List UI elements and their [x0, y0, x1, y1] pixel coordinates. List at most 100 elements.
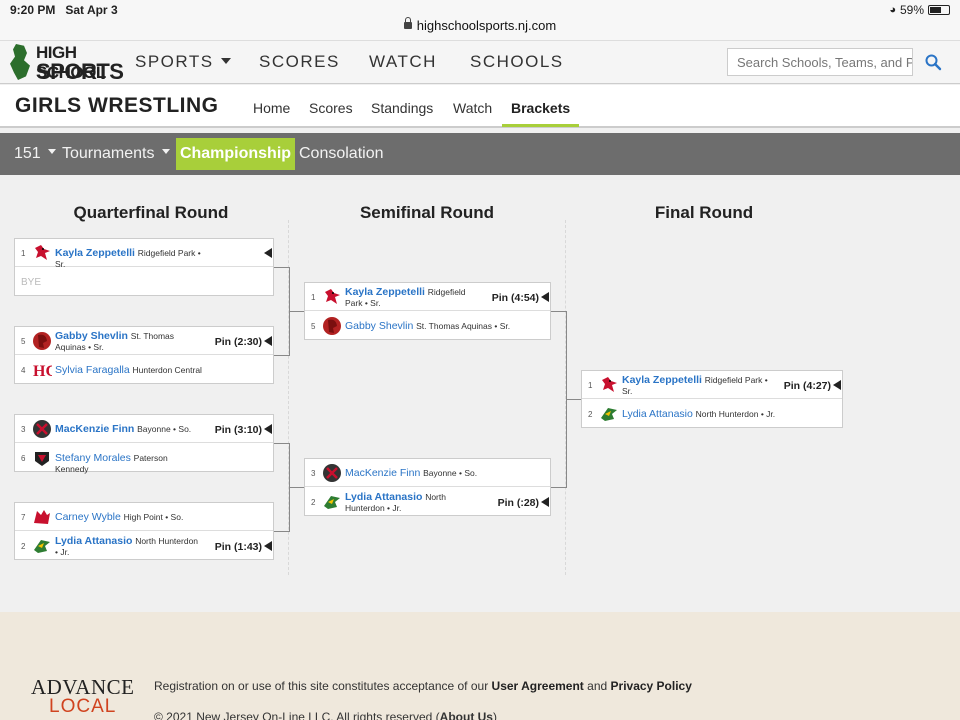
wrestler-name: MacKenzie Finn — [345, 467, 421, 479]
wrestler-name: Lydia Attanasio — [55, 535, 133, 547]
local-logo[interactable]: LOCAL — [49, 696, 116, 718]
tab-watch[interactable]: Watch — [453, 100, 492, 116]
main-nav: HIGH SCHOOL SPORTS SPORTS SCORES WATCH S… — [0, 40, 960, 84]
footer-notice: Registration on or use of this site cons… — [154, 679, 692, 693]
wrestler-slot[interactable]: 4 HC Sylvia Faragalla Hunterdon Central — [15, 356, 273, 384]
site-footer: ADVANCE LOCAL Registration on or use of … — [0, 612, 960, 720]
wrestler-slot[interactable]: 1 Kayla Zeppetelli Ridgefield Park • Sr.… — [305, 283, 550, 311]
kennedy-logo-icon — [35, 452, 49, 466]
wrestler-slot[interactable]: 6 Stefany Morales Paterson Kennedy — [15, 444, 273, 474]
wrestler-name: Lydia Attanasio — [622, 408, 693, 420]
wrestler-name: Gabby Shevlin — [345, 320, 414, 332]
lock-icon — [403, 17, 412, 29]
winner-arrow-icon — [264, 248, 272, 258]
winner-arrow-icon — [541, 497, 549, 507]
user-agreement-link[interactable]: User Agreement — [492, 679, 584, 693]
winner-arrow-icon — [264, 541, 272, 551]
caret-down-icon — [220, 57, 231, 64]
bracket-area: Quarterfinal Round Semifinal Round Final… — [0, 175, 960, 612]
match-qf4[interactable]: 7 Carney Wyble High Point • So. 2 Lydia … — [14, 502, 274, 560]
match-final[interactable]: 1 Kayla Zeppetelli Ridgefield Park • Sr.… — [581, 370, 843, 428]
wrestler-slot[interactable]: 1 Kayla Zeppetelli Ridgefield Park • Sr.… — [582, 371, 842, 399]
round-title-final: Final Round — [654, 203, 754, 222]
wrestler-slot[interactable]: 2 Lydia Attanasio North Hunterdon • Jr. … — [15, 532, 273, 560]
status-time: 9:20 PM Sat Apr 3 — [10, 3, 118, 17]
wrestler-name: Stefany Morales — [55, 452, 131, 464]
knight-logo-icon — [324, 496, 340, 509]
wrestler-slot[interactable]: 3 MacKenzie Finn Bayonne • So. Pin (3:10… — [15, 415, 273, 443]
battery-icon — [928, 5, 950, 15]
cardinal-logo-icon — [35, 245, 50, 260]
tab-standings[interactable]: Standings — [371, 100, 433, 116]
search-icon[interactable] — [924, 53, 942, 71]
bracket-filter-bar: 151 Tournaments Championship Consolation — [0, 133, 960, 175]
wrestler-name: Kayla Zeppetelli — [345, 286, 425, 298]
weight-class-dropdown[interactable]: 151 — [14, 145, 56, 163]
hc-logo-icon: HC — [33, 363, 52, 380]
nav-scores[interactable]: SCORES — [259, 52, 340, 72]
trojan-logo-icon — [323, 317, 341, 335]
url-text: highschoolsports.nj.com — [416, 18, 557, 33]
match-sf2[interactable]: 3 MacKenzie Finn Bayonne • So. 2 Lydia A… — [304, 458, 551, 516]
site-logo[interactable]: HIGH SCHOOL SPORTS — [10, 42, 124, 84]
new-jersey-icon — [10, 44, 30, 80]
wrestler-name: MacKenzie Finn — [55, 423, 135, 435]
battery-percent: 59% — [899, 3, 924, 17]
match-result: Pin (4:27) — [783, 380, 831, 392]
tournaments-dropdown[interactable]: Tournaments — [62, 145, 170, 163]
match-qf3[interactable]: 3 MacKenzie Finn Bayonne • So. Pin (3:10… — [14, 414, 274, 474]
svg-text:HC: HC — [33, 363, 52, 380]
wrestler-slot[interactable]: 2 Lydia Attanasio North Hunterdon • Jr. … — [305, 488, 550, 516]
tab-scores[interactable]: Scores — [309, 100, 353, 116]
match-result: Pin (2:30) — [214, 336, 262, 348]
round-title-quarterfinal: Quarterfinal Round — [73, 203, 229, 222]
consolation-tab[interactable]: Consolation — [299, 145, 384, 163]
about-us-link[interactable]: About Us — [440, 710, 493, 720]
address-bar[interactable]: highschoolsports.nj.com — [0, 17, 960, 33]
sport-title: GIRLS WRESTLING — [15, 94, 219, 117]
cardinal-logo-icon — [325, 289, 340, 304]
trojan-logo-icon — [33, 332, 51, 350]
match-result: Pin (:28) — [497, 497, 539, 509]
nav-sports[interactable]: SPORTS — [135, 52, 231, 72]
tab-brackets[interactable]: Brackets — [511, 100, 570, 116]
nav-watch[interactable]: WATCH — [369, 52, 437, 72]
status-indicators: ◕ 59% — [889, 3, 950, 17]
nav-schools[interactable]: SCHOOLS — [470, 52, 564, 72]
wrestler-slot[interactable]: 5 Gabby Shevlin St. Thomas Aquinas • Sr.… — [15, 327, 273, 355]
match-sf1[interactable]: 1 Kayla Zeppetelli Ridgefield Park • Sr.… — [304, 282, 551, 340]
bayonne-logo-icon — [323, 464, 341, 482]
bayonne-logo-icon — [33, 420, 51, 438]
wrestler-slot[interactable]: 5 Gabby Shevlin St. Thomas Aquinas • Sr. — [305, 312, 550, 340]
wrestler-name: Kayla Zeppetelli — [622, 374, 702, 386]
cardinal-logo-icon — [602, 377, 617, 392]
wrestler-name: Kayla Zeppetelli — [55, 247, 135, 259]
wrestler-name: Sylvia Faragalla — [55, 364, 130, 376]
wrestler-name: Carney Wyble — [55, 511, 121, 523]
match-result: Pin (4:54) — [491, 292, 539, 304]
wrestler-slot[interactable]: 7 Carney Wyble High Point • So. — [15, 503, 273, 531]
knight-logo-icon — [601, 408, 617, 421]
search-input[interactable]: Search Schools, Teams, and P — [727, 48, 913, 76]
bye-slot: BYE — [21, 277, 42, 288]
wrestler-name: Lydia Attanasio — [345, 491, 423, 503]
match-qf2[interactable]: 5 Gabby Shevlin St. Thomas Aquinas • Sr.… — [14, 326, 274, 384]
round-title-semifinal: Semifinal Round — [359, 203, 495, 222]
privacy-policy-link[interactable]: Privacy Policy — [611, 679, 692, 693]
championship-tab[interactable]: Championship — [176, 138, 295, 170]
match-qf1[interactable]: 1 Kayla Zeppetelli Ridgefield Park • Sr.… — [14, 238, 274, 296]
winner-arrow-icon — [264, 424, 272, 434]
wrestler-slot[interactable]: 3 MacKenzie Finn Bayonne • So. — [305, 459, 550, 487]
wifi-icon: ◕ — [889, 4, 896, 16]
tab-home[interactable]: Home — [253, 100, 290, 116]
wrestler-slot[interactable]: 1 Kayla Zeppetelli Ridgefield Park • Sr. — [15, 239, 273, 269]
winner-arrow-icon — [264, 336, 272, 346]
footer-copyright: © 2021 New Jersey On-Line LLC. All right… — [154, 710, 497, 720]
wildcat-logo-icon — [34, 510, 50, 524]
wrestler-slot[interactable]: 2 Lydia Attanasio North Hunterdon • Jr. — [582, 400, 842, 428]
caret-down-icon — [161, 149, 170, 155]
match-result: Pin (3:10) — [214, 424, 262, 436]
active-tab-indicator — [502, 124, 579, 127]
status-bar: 9:20 PM Sat Apr 3 highschoolsports.nj.co… — [0, 0, 960, 40]
wrestler-name: Gabby Shevlin — [55, 330, 128, 342]
